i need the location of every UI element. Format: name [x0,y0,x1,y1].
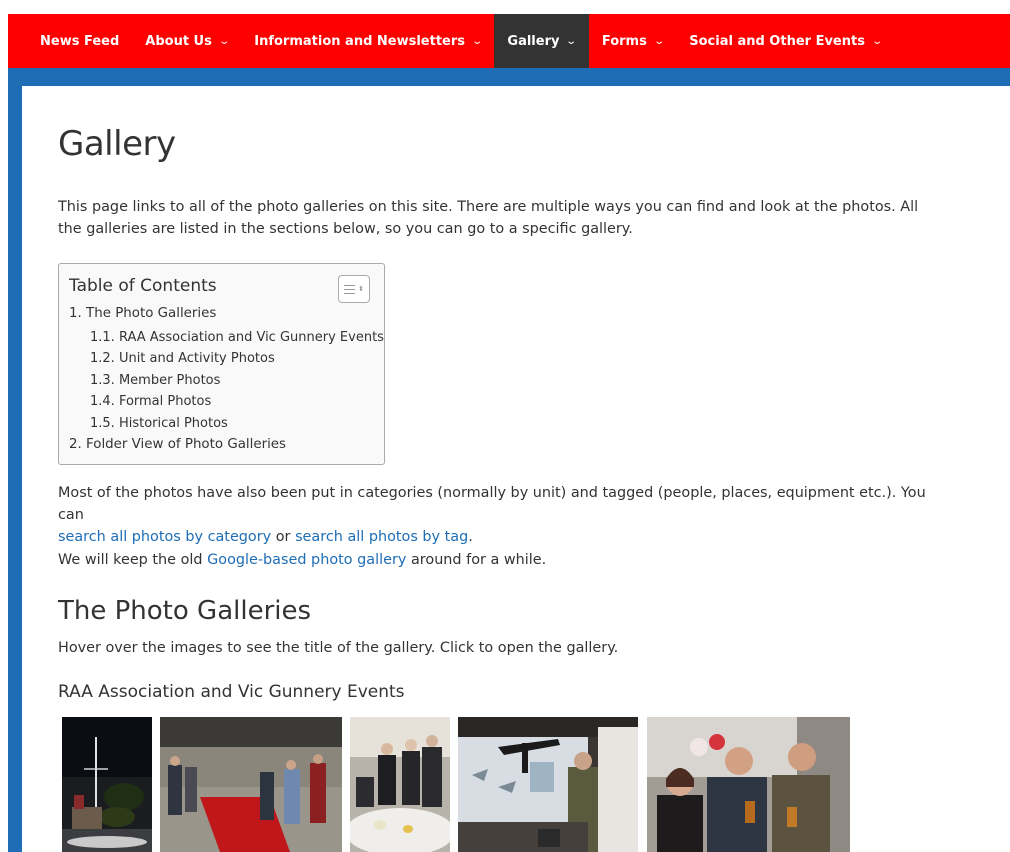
section-hint: Hover over the images to see the title o… [58,640,619,656]
google-gallery-link[interactable]: Google-based photo gallery [207,552,406,568]
chevron-down-icon: ⌄ [471,35,484,47]
nav-gallery[interactable]: Gallery ⌄ [494,14,589,68]
gallery-thumbnail[interactable] [647,717,850,852]
nav-news-feed[interactable]: News Feed [27,14,132,68]
toc-toggle-button[interactable]: ⬍ [338,275,370,303]
page-title: Gallery [58,124,176,164]
toc-title: Table of Contents [69,276,217,296]
chevron-down-icon: ⌄ [565,35,578,47]
sort-icon: ⬍ [358,285,364,293]
section-heading: The Photo Galleries [58,596,312,626]
subsection-heading: RAA Association and Vic Gunnery Events [58,682,405,702]
toc-item-historical[interactable]: 1.5. Historical Photos [90,416,228,431]
toc-item-folder-view[interactable]: 2. Folder View of Photo Galleries [69,437,286,452]
category-search-link[interactable]: search all photos by category [58,529,271,545]
nav-information-newsletters[interactable]: Information and Newsletters ⌄ [241,14,494,68]
side-frame-bar [8,86,22,852]
nav-forms[interactable]: Forms ⌄ [589,14,676,68]
gallery-thumbnail[interactable] [458,717,638,852]
toc-item-formal[interactable]: 1.4. Formal Photos [90,394,211,409]
header-frame-bar [8,68,1010,86]
toc-item-member[interactable]: 1.3. Member Photos [90,373,220,388]
gallery-thumbnail[interactable] [62,717,152,852]
tag-search-link[interactable]: search all photos by tag [295,529,468,545]
nav-social-events[interactable]: Social and Other Events ⌄ [676,14,894,68]
toc-item-photo-galleries[interactable]: 1. The Photo Galleries [69,306,216,321]
toc-item-raa-events[interactable]: 1.1. RAA Association and Vic Gunnery Eve… [90,330,384,345]
gallery-thumbnail[interactable] [160,717,342,852]
list-icon [344,284,356,294]
top-margin [0,0,1010,14]
gallery-thumbnail[interactable] [350,717,450,852]
chevron-down-icon: ⌄ [653,35,665,47]
chevron-down-icon: ⌄ [218,35,230,47]
toc-item-unit-activity[interactable]: 1.2. Unit and Activity Photos [90,351,275,366]
content-area: Gallery This page links to all of the ph… [22,86,1010,852]
nav-about-us[interactable]: About Us ⌄ [132,14,241,68]
categories-paragraph: Most of the photos have also been put in… [58,485,926,545]
main-nav: News Feed About Us ⌄ Information and News… [8,14,1010,68]
table-of-contents: Table of Contents ⬍ 1. The Photo Galleri… [58,263,385,465]
google-gallery-paragraph: We will keep the old Google-based photo … [58,552,547,568]
intro-paragraph: This page links to all of the photo gall… [58,199,919,237]
chevron-down-icon: ⌄ [871,35,884,47]
